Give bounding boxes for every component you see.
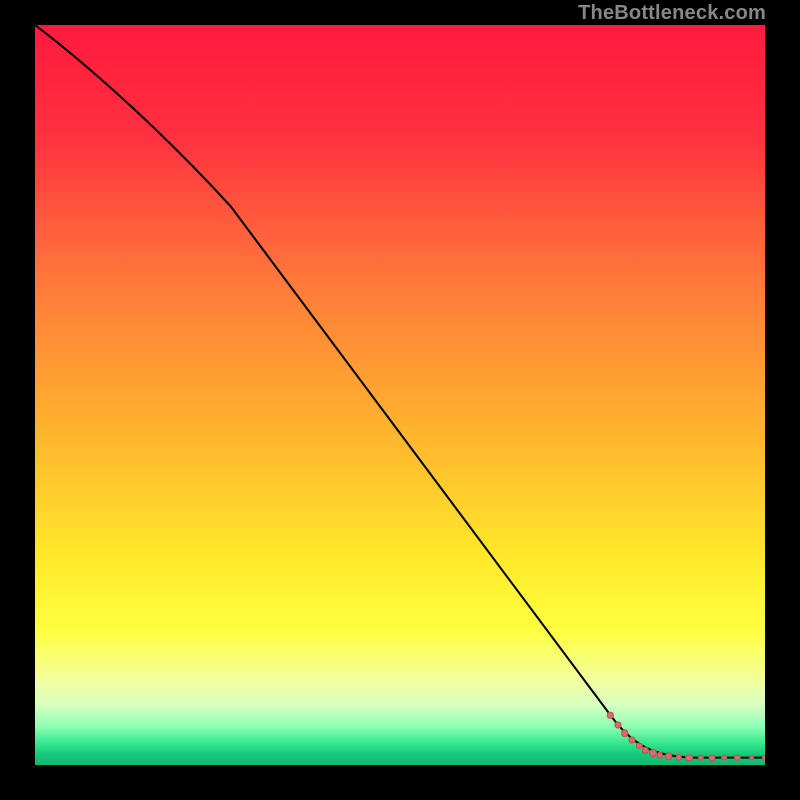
plot-area	[35, 25, 765, 765]
data-point-dot	[629, 736, 636, 743]
data-point-dot	[685, 754, 693, 762]
bottleneck-curve	[35, 25, 765, 758]
data-point-dot	[709, 754, 716, 761]
data-point-dot	[721, 755, 727, 761]
data-point-dot	[614, 722, 621, 729]
data-point-dot	[749, 755, 755, 761]
data-point-dot	[665, 753, 673, 761]
data-point-dot	[762, 754, 765, 760]
data-point-dot	[621, 729, 629, 737]
watermark-label: TheBottleneck.com	[578, 2, 766, 25]
data-point-dot	[649, 749, 657, 757]
curve-layer	[35, 25, 765, 765]
chart-frame: TheBottleneck.com	[0, 0, 800, 800]
